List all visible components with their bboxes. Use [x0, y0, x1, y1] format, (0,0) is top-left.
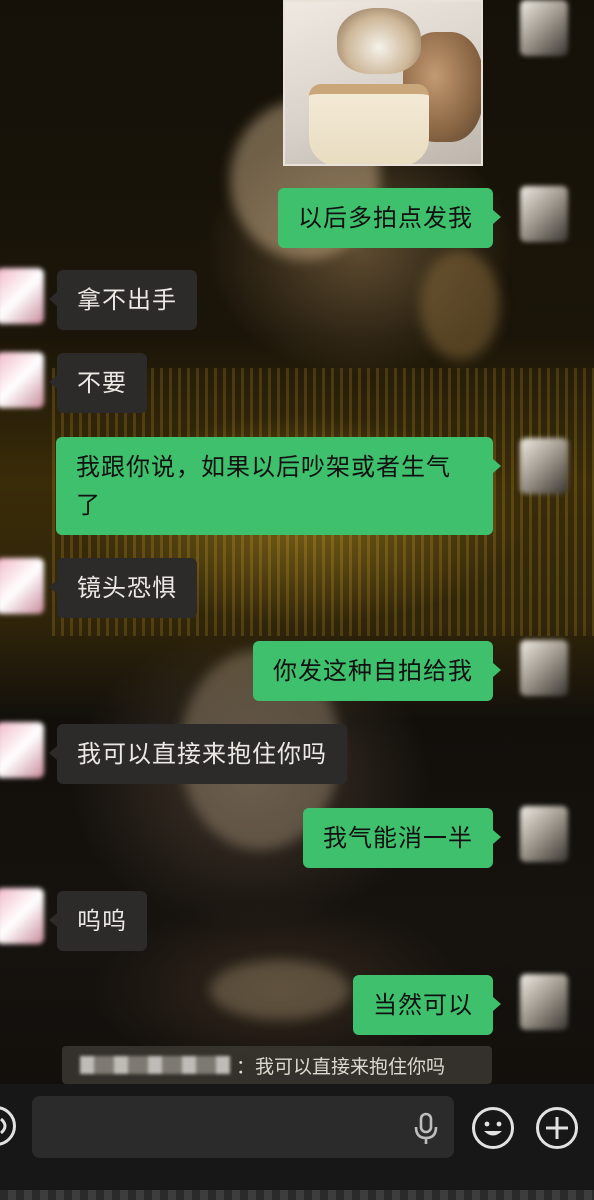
- voice-icon-glyph: [0, 1117, 7, 1135]
- message-bubble-received[interactable]: 拿不出手: [49, 270, 197, 330]
- message-bubble-received[interactable]: 不要: [49, 353, 147, 413]
- background-glow: [420, 250, 500, 360]
- message-bubble-received[interactable]: 呜呜: [49, 891, 147, 951]
- my-avatar[interactable]: [520, 186, 568, 242]
- image-message-cat[interactable]: [283, 0, 483, 166]
- background-glow: [210, 960, 350, 1020]
- message-bubble-received[interactable]: 镜头恐惧: [49, 558, 197, 618]
- microphone-icon[interactable]: [412, 1112, 440, 1146]
- my-avatar[interactable]: [520, 438, 568, 494]
- contact-avatar[interactable]: [0, 722, 44, 778]
- message-bubble-sent[interactable]: 我跟你说，如果以后吵架或者生气了: [56, 437, 501, 535]
- message-bubble-sent[interactable]: 以后多拍点发我: [278, 188, 501, 248]
- cat-cup: [309, 84, 429, 164]
- contact-avatar[interactable]: [0, 888, 44, 944]
- contact-avatar[interactable]: [0, 352, 44, 408]
- message-bubble-sent[interactable]: 当然可以: [353, 975, 501, 1035]
- contact-avatar[interactable]: [0, 558, 44, 614]
- message-bubble-sent[interactable]: 我气能消一半: [303, 808, 501, 868]
- message-bubble-sent[interactable]: 你发这种自拍给我: [253, 641, 501, 701]
- emoji-icon[interactable]: [472, 1107, 514, 1149]
- quoted-sender-name-blurred: [80, 1056, 230, 1074]
- my-avatar[interactable]: [520, 974, 568, 1030]
- quoted-message-text: ：我可以直接来抱住你吗: [236, 1055, 446, 1078]
- contact-avatar[interactable]: [0, 268, 44, 324]
- cat-head: [337, 8, 421, 74]
- my-avatar[interactable]: [520, 0, 568, 56]
- my-avatar[interactable]: [520, 806, 568, 862]
- plus-icon[interactable]: [536, 1107, 578, 1149]
- home-indicator: [0, 1190, 594, 1200]
- message-bubble-received[interactable]: 我可以直接来抱住你吗: [49, 724, 347, 784]
- quoted-message-preview[interactable]: ：我可以直接来抱住你吗: [62, 1046, 492, 1084]
- my-avatar[interactable]: [520, 640, 568, 696]
- message-input[interactable]: [32, 1096, 454, 1158]
